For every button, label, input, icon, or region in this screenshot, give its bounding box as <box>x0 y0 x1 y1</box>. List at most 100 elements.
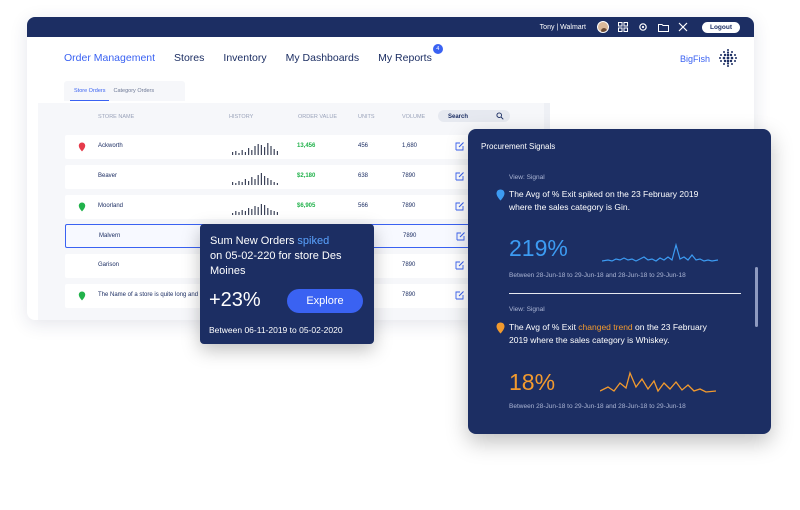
volume-value: 7890 <box>402 173 416 179</box>
table-row[interactable]: Ackworth 13,456 456 1,680 <box>65 135 475 159</box>
panel-title: Procurement Signals <box>481 142 556 151</box>
grid-icon[interactable] <box>618 22 629 33</box>
signal-2-view[interactable]: View: Signal <box>509 306 545 313</box>
nav-my-reports-label: My Reports <box>378 52 432 64</box>
reports-badge: 4 <box>432 44 443 54</box>
volume-value: 7890 <box>403 233 417 239</box>
history-bar <box>260 173 262 185</box>
volume-value: 1,680 <box>402 143 418 149</box>
volume-value: 7890 <box>402 203 416 209</box>
store-name: Beaver <box>98 173 118 179</box>
green-pin-icon <box>78 202 86 212</box>
volume-value: 7890 <box>402 292 416 298</box>
history-bar <box>270 146 272 155</box>
history-bar <box>267 208 269 215</box>
green-pin-icon <box>78 291 86 301</box>
history-bar <box>254 146 256 155</box>
history-bar <box>235 151 237 155</box>
table-row[interactable]: Moorland $6,905 566 7890 <box>65 195 475 219</box>
edit-icon[interactable] <box>455 141 465 151</box>
signal-1-sparkline <box>602 242 718 262</box>
history-bar <box>264 205 266 215</box>
history-bar <box>241 150 243 155</box>
history-bar <box>257 175 259 185</box>
signal-1-view[interactable]: View: Signal <box>509 174 545 181</box>
history-bar <box>238 212 240 215</box>
brand-logo-icon <box>719 49 737 67</box>
signal-1-pin-icon <box>496 189 505 201</box>
table-header: STORE NAME HISTORY ORDER VALUE UNITS VOL… <box>38 110 548 124</box>
history-bar <box>260 204 262 215</box>
store-name: Ackworth <box>98 143 123 149</box>
col-store-name: STORE NAME <box>98 114 135 120</box>
gear-icon[interactable] <box>638 22 649 33</box>
signal-2-pct: 18% <box>509 369 556 395</box>
history-bar <box>232 182 234 185</box>
avatar[interactable] <box>596 21 609 33</box>
history-bar <box>248 148 250 155</box>
nav-stores[interactable]: Stores <box>174 52 204 64</box>
history-bar <box>241 210 243 215</box>
history-bar <box>232 213 234 215</box>
history-bar <box>264 147 266 155</box>
signal-2-pin-icon <box>496 322 505 334</box>
history-bar <box>273 149 275 155</box>
history-bar <box>276 212 278 215</box>
tab-category-orders[interactable]: Category Orders <box>109 81 158 101</box>
nav-my-dashboards[interactable]: My Dashboards <box>286 52 360 64</box>
history-bar <box>248 181 250 185</box>
procurement-signals-panel: Procurement Signals View: Signal The Avg… <box>468 129 771 434</box>
tab-store-orders[interactable]: Store Orders <box>70 81 110 101</box>
store-name: Moorland <box>98 203 124 209</box>
history-bar <box>267 178 269 185</box>
edit-icon[interactable] <box>455 201 465 211</box>
history-bar <box>264 176 266 185</box>
store-name: Malvern <box>99 233 121 239</box>
history-bar <box>235 211 237 215</box>
edit-icon[interactable] <box>456 231 466 241</box>
main-nav: Order Management Stores Inventory My Das… <box>64 44 443 64</box>
nav-inventory[interactable]: Inventory <box>223 52 266 64</box>
store-name: The Name of a store is quite long and <box>98 292 199 298</box>
history-bar <box>254 179 256 185</box>
col-order-value: ORDER VALUE <box>298 114 338 120</box>
nav-my-reports[interactable]: My Reports 4 <box>378 44 443 64</box>
history-bar <box>235 183 237 185</box>
signal-2-text-highlight: changed trend <box>578 322 633 332</box>
top-bar: Tony | Walmart Logout <box>27 17 754 37</box>
history-bar <box>241 182 243 185</box>
nav-order-management[interactable]: Order Management <box>64 52 155 64</box>
history-bar <box>238 181 240 185</box>
search-input[interactable]: Search <box>438 110 510 122</box>
popup-line2: on 05-02-220 for store Des Moines <box>210 250 342 277</box>
panel-scrollbar[interactable] <box>755 267 758 327</box>
history-bar <box>251 150 253 155</box>
signal-2-text-before: The Avg of % Exit <box>509 322 579 332</box>
folder-icon[interactable] <box>657 22 669 33</box>
user-label: Tony | Walmart <box>539 23 586 31</box>
history-bar <box>273 211 275 215</box>
search-label: Search <box>448 114 469 120</box>
logout-button[interactable]: Logout <box>701 21 740 33</box>
popup-text: Sum New Orders spiked on 05-02-220 for s… <box>210 234 364 279</box>
tools-icon[interactable] <box>678 22 689 33</box>
units-value: 456 <box>358 143 369 149</box>
history-sparkline <box>232 204 278 215</box>
edit-icon[interactable] <box>455 260 465 270</box>
history-bar <box>238 153 240 155</box>
history-sparkline <box>232 143 278 155</box>
units-value: 638 <box>358 173 369 179</box>
col-history: HISTORY <box>229 114 254 120</box>
edit-icon[interactable] <box>455 171 465 181</box>
col-volume: VOLUME <box>402 114 426 120</box>
red-pin-icon <box>78 142 86 152</box>
table-row[interactable]: Beaver $2,180 638 7890 <box>65 165 475 189</box>
history-bar <box>276 183 278 185</box>
history-bar <box>270 180 272 185</box>
explore-button[interactable]: Explore <box>287 289 363 313</box>
order-value: $2,180 <box>297 173 316 179</box>
edit-icon[interactable] <box>455 290 465 300</box>
popup-range: Between 06-11-2019 to 05-02-2020 <box>209 325 343 335</box>
col-units: UNITS <box>358 114 375 120</box>
history-bar <box>248 208 250 215</box>
